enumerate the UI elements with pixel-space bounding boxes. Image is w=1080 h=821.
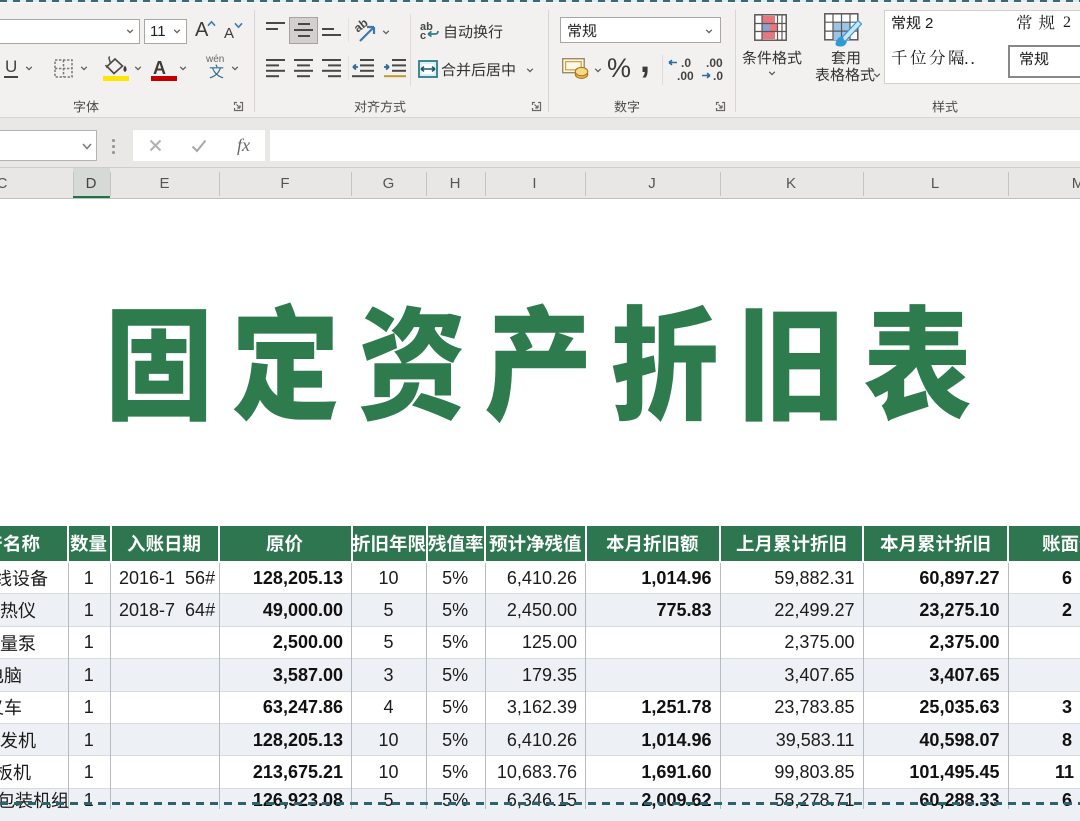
svg-text:.00: .00 (677, 69, 694, 82)
svg-text:.0: .0 (713, 69, 723, 82)
svg-text:c: c (420, 30, 426, 40)
